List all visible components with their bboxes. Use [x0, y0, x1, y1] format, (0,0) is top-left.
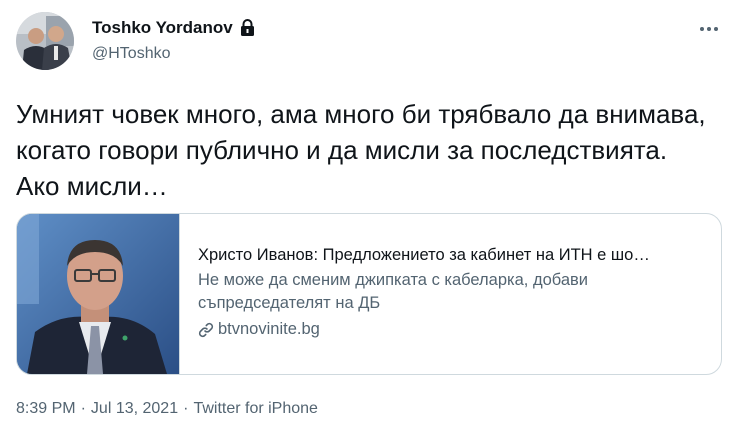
- author-handle[interactable]: @HToshko: [92, 45, 171, 63]
- meta-separator: ·: [80, 400, 86, 417]
- card-description: Не може да сменим джипката с кабеларка, …: [198, 271, 588, 312]
- card-domain: btvnovinite.bg: [218, 320, 320, 338]
- card-title: Христо Иванов: Предложението за кабинет …: [198, 246, 650, 264]
- man-in-suit-portrait-icon: [17, 214, 179, 374]
- lock-icon: [239, 19, 256, 37]
- author-display-name[interactable]: Toshko Yordanov: [92, 18, 233, 38]
- card-domain-row: btvnovinite.bg: [198, 318, 705, 341]
- tweet-text: Умният човек много, ама много би трябвал…: [16, 99, 713, 201]
- more-options-icon[interactable]: [696, 16, 722, 42]
- avatar-photo-icon: [16, 12, 74, 70]
- tweet: Toshko Yordanov @HToshko Умният човек мн…: [0, 0, 742, 427]
- tweet-source[interactable]: Twitter for iPhone: [193, 400, 318, 418]
- tweet-meta: 8:39 PM · Jul 13, 2021 · Twitter for iPh…: [16, 400, 318, 418]
- link-preview-card[interactable]: Христо Иванов: Предложението за кабинет …: [16, 213, 722, 375]
- card-thumbnail: [17, 214, 180, 374]
- author-avatar[interactable]: [16, 12, 74, 70]
- link-icon: [198, 322, 214, 338]
- tweet-time[interactable]: 8:39 PM: [16, 400, 76, 418]
- meta-separator: ·: [183, 400, 189, 417]
- tweet-date[interactable]: Jul 13, 2021: [91, 400, 178, 418]
